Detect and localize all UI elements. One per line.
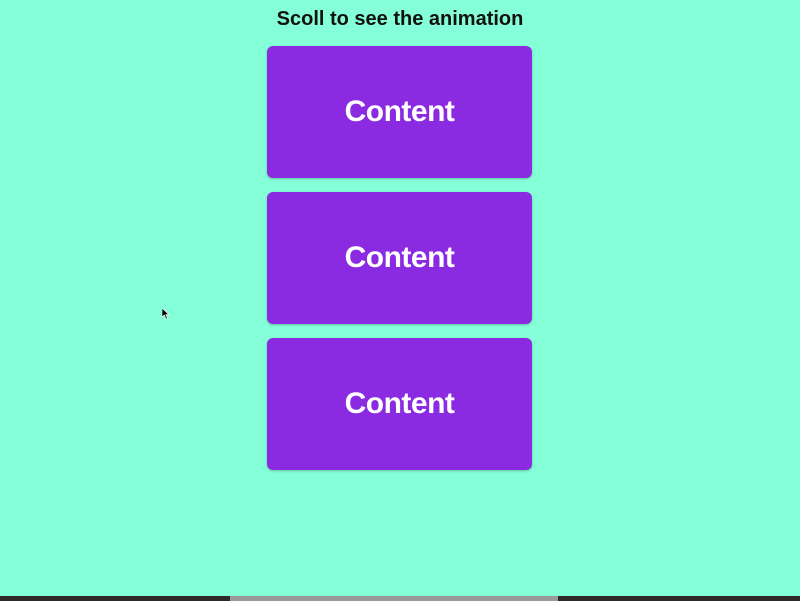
card-list: Content Content Content xyxy=(267,46,532,484)
card-label: Content xyxy=(344,95,455,128)
card-label: Content xyxy=(344,387,455,420)
taskbar-center-strip xyxy=(230,596,558,601)
taskbar xyxy=(0,596,800,601)
mouse-pointer-icon xyxy=(162,308,170,320)
content-card: Content xyxy=(267,46,532,178)
content-card: Content xyxy=(267,338,532,470)
content-card: Content xyxy=(267,192,532,324)
page-title: Scoll to see the animation xyxy=(276,8,524,30)
card-label: Content xyxy=(344,241,455,274)
